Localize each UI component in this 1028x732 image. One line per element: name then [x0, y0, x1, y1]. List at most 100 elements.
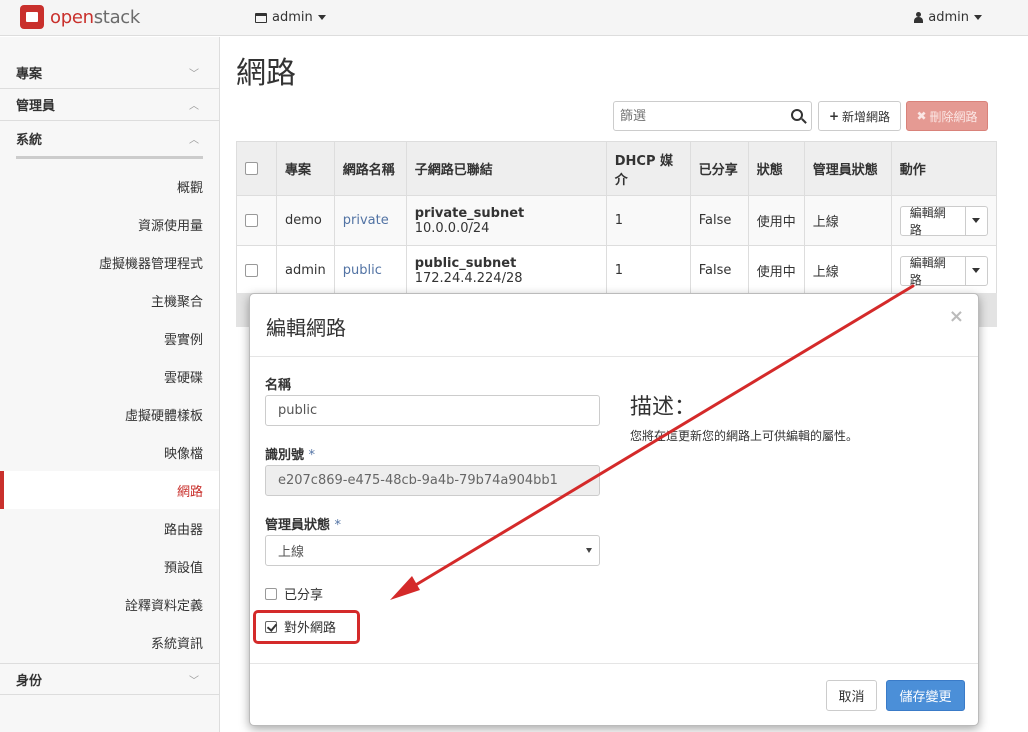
status-cell: 使用中 — [747, 245, 805, 296]
project-cell: demo — [276, 195, 335, 246]
id-label: 識別號 * — [265, 444, 315, 463]
user-menu[interactable]: admin — [914, 10, 982, 25]
sidebar-item[interactable]: 詮釋資料定義 — [0, 585, 219, 623]
column-header[interactable]: 狀態 — [747, 141, 805, 196]
sidebar: 專案 ﹀ 管理員 ︿ 系統 ︿ 概觀 資源使用量 虛擬機器管理程式 主機聚合 雲實例 雲硬… — [0, 37, 220, 732]
top-navbar: openstack admin admin — [0, 0, 1028, 36]
subnet-name: private_subnet — [414, 205, 525, 221]
annotation-highlight-box — [253, 610, 360, 644]
admin-state-label-text: 管理員狀態 — [265, 518, 331, 533]
subnet-cidr: 172.24.4.224/28 — [414, 270, 523, 286]
network-name-link[interactable]: public — [343, 263, 382, 278]
sidebar-item[interactable]: 雲硬碟 — [0, 357, 219, 395]
row-actions-dropdown[interactable] — [966, 257, 987, 285]
add-network-button[interactable]: + 新增網路 — [818, 101, 901, 131]
sidebar-item[interactable]: 路由器 — [0, 509, 219, 547]
search-icon[interactable] — [791, 109, 803, 121]
sidebar-item[interactable]: 主機聚合 — [0, 281, 219, 319]
sidebar-item[interactable]: 網路 — [0, 471, 219, 509]
network-name-cell: public — [333, 245, 407, 296]
action-cell: 編輯網路 — [890, 245, 998, 296]
sidebar-subsection-system[interactable]: 系統 ︿ — [16, 121, 203, 159]
row-checkbox[interactable] — [245, 264, 258, 277]
shared-checkbox-row[interactable]: 已分享 — [265, 584, 323, 603]
subnet-cell: public_subnet 172.24.4.224/28 — [405, 245, 607, 296]
select-all-checkbox[interactable] — [245, 162, 258, 175]
column-header: 動作 — [890, 141, 998, 196]
required-mark: * — [334, 518, 342, 533]
status-cell: 使用中 — [747, 195, 805, 246]
sidebar-item[interactable]: 系統資訊 — [0, 623, 219, 661]
column-header[interactable]: 已分享 — [689, 141, 749, 196]
sidebar-section-label: 專案 — [16, 67, 43, 82]
user-icon — [914, 12, 924, 23]
network-name-cell: private — [333, 195, 407, 246]
sidebar-section-identity[interactable]: 身份 ﹀ — [0, 663, 219, 695]
admin-state-select[interactable]: 上線 — [265, 535, 600, 566]
column-header[interactable]: 子網路已聯結 — [405, 141, 607, 196]
cancel-button[interactable]: 取消 — [826, 680, 877, 711]
subnet-name: public_subnet — [414, 255, 517, 271]
openstack-logo-icon — [20, 5, 44, 29]
table-row: demo private private_subnet 10.0.0.0/24 … — [236, 195, 998, 246]
sidebar-section-admin[interactable]: 管理員 ︿ — [0, 89, 219, 121]
row-checkbox[interactable] — [245, 214, 258, 227]
sidebar-section-project[interactable]: 專案 ﹀ — [0, 57, 219, 89]
sidebar-item[interactable]: 虛擬硬體樣板 — [0, 395, 219, 433]
id-input: e207c869-e475-48cb-9a4b-79b74a904bb1 — [265, 465, 600, 496]
row-action-group: 編輯網路 — [899, 205, 988, 237]
sidebar-item[interactable]: 虛擬機器管理程式 — [0, 243, 219, 281]
user-name: admin — [928, 10, 969, 25]
admin-state-cell: 上線 — [803, 245, 892, 296]
modal-footer: 取消 儲存變更 — [250, 663, 978, 726]
sidebar-items: 概觀 資源使用量 虛擬機器管理程式 主機聚合 雲實例 雲硬碟 虛擬硬體樣板 映像檔 網路 路由器預… — [0, 159, 219, 661]
name-label: 名稱 — [265, 378, 292, 393]
id-label-text: 識別號 — [265, 448, 305, 463]
name-input[interactable]: public — [265, 395, 600, 426]
column-header[interactable]: 網路名稱 — [333, 141, 407, 196]
openstack-logo[interactable]: openstack — [20, 5, 140, 29]
project-cell: admin — [276, 245, 335, 296]
network-name-link[interactable]: private — [343, 213, 389, 228]
save-changes-button[interactable]: 儲存變更 — [886, 680, 965, 711]
chevron-down-icon — [972, 268, 981, 273]
dhcp-cell: 1 — [605, 195, 691, 246]
shared-cell: False — [689, 245, 749, 296]
sidebar-subsection-label: 系統 — [16, 133, 43, 148]
project-selector[interactable]: admin — [255, 10, 326, 25]
column-header[interactable]: 管理員狀態 — [803, 141, 892, 196]
admin-state-selected-value: 上線 — [278, 545, 305, 560]
row-select-cell — [236, 245, 277, 296]
delete-network-button[interactable]: ✖ 刪除網路 — [906, 101, 988, 131]
modal-header: 編輯網路 × — [250, 294, 978, 357]
chevron-down-icon: ﹀ — [189, 69, 199, 80]
filter-input[interactable] — [614, 102, 779, 130]
table-row: admin public public_subnet 172.24.4.224/2… — [236, 245, 998, 296]
close-icon[interactable]: × — [949, 306, 964, 327]
row-action-group: 編輯網路 — [899, 255, 988, 287]
networks-table: 專案 網路名稱 子網路已聯結 DHCP 媒介 已分享 狀態 管理員狀態 動作 d… — [236, 141, 998, 296]
edit-network-modal: 編輯網路 × 名稱 public 識別號 * e207c869-e475-48c… — [249, 293, 979, 726]
edit-network-button[interactable]: 編輯網路 — [901, 206, 966, 237]
sidebar-item[interactable]: 概觀 — [0, 167, 219, 205]
sidebar-item[interactable]: 映像檔 — [0, 433, 219, 471]
project-list-icon — [255, 12, 267, 23]
sidebar-item[interactable]: 資源使用量 — [0, 205, 219, 243]
shared-cell: False — [689, 195, 749, 246]
admin-state-label: 管理員狀態 * — [265, 514, 341, 533]
chevron-down-icon — [974, 15, 982, 20]
select-all-header — [236, 141, 277, 196]
description-text: 您將在這更新您的網路上可供編輯的屬性。 — [630, 429, 859, 443]
sidebar-item[interactable]: 雲實例 — [0, 319, 219, 357]
subnet-cidr: 10.0.0.0/24 — [414, 220, 490, 236]
chevron-down-icon — [317, 15, 326, 20]
edit-network-button[interactable]: 編輯網路 — [901, 256, 966, 287]
plus-icon: + — [828, 109, 840, 123]
row-actions-dropdown[interactable] — [966, 207, 987, 235]
shared-checkbox[interactable] — [265, 587, 277, 600]
column-header[interactable]: DHCP 媒介 — [605, 141, 691, 196]
sidebar-item[interactable]: 預設值 — [0, 547, 219, 585]
add-network-label: 新增網路 — [842, 109, 891, 124]
column-header[interactable]: 專案 — [276, 141, 335, 196]
